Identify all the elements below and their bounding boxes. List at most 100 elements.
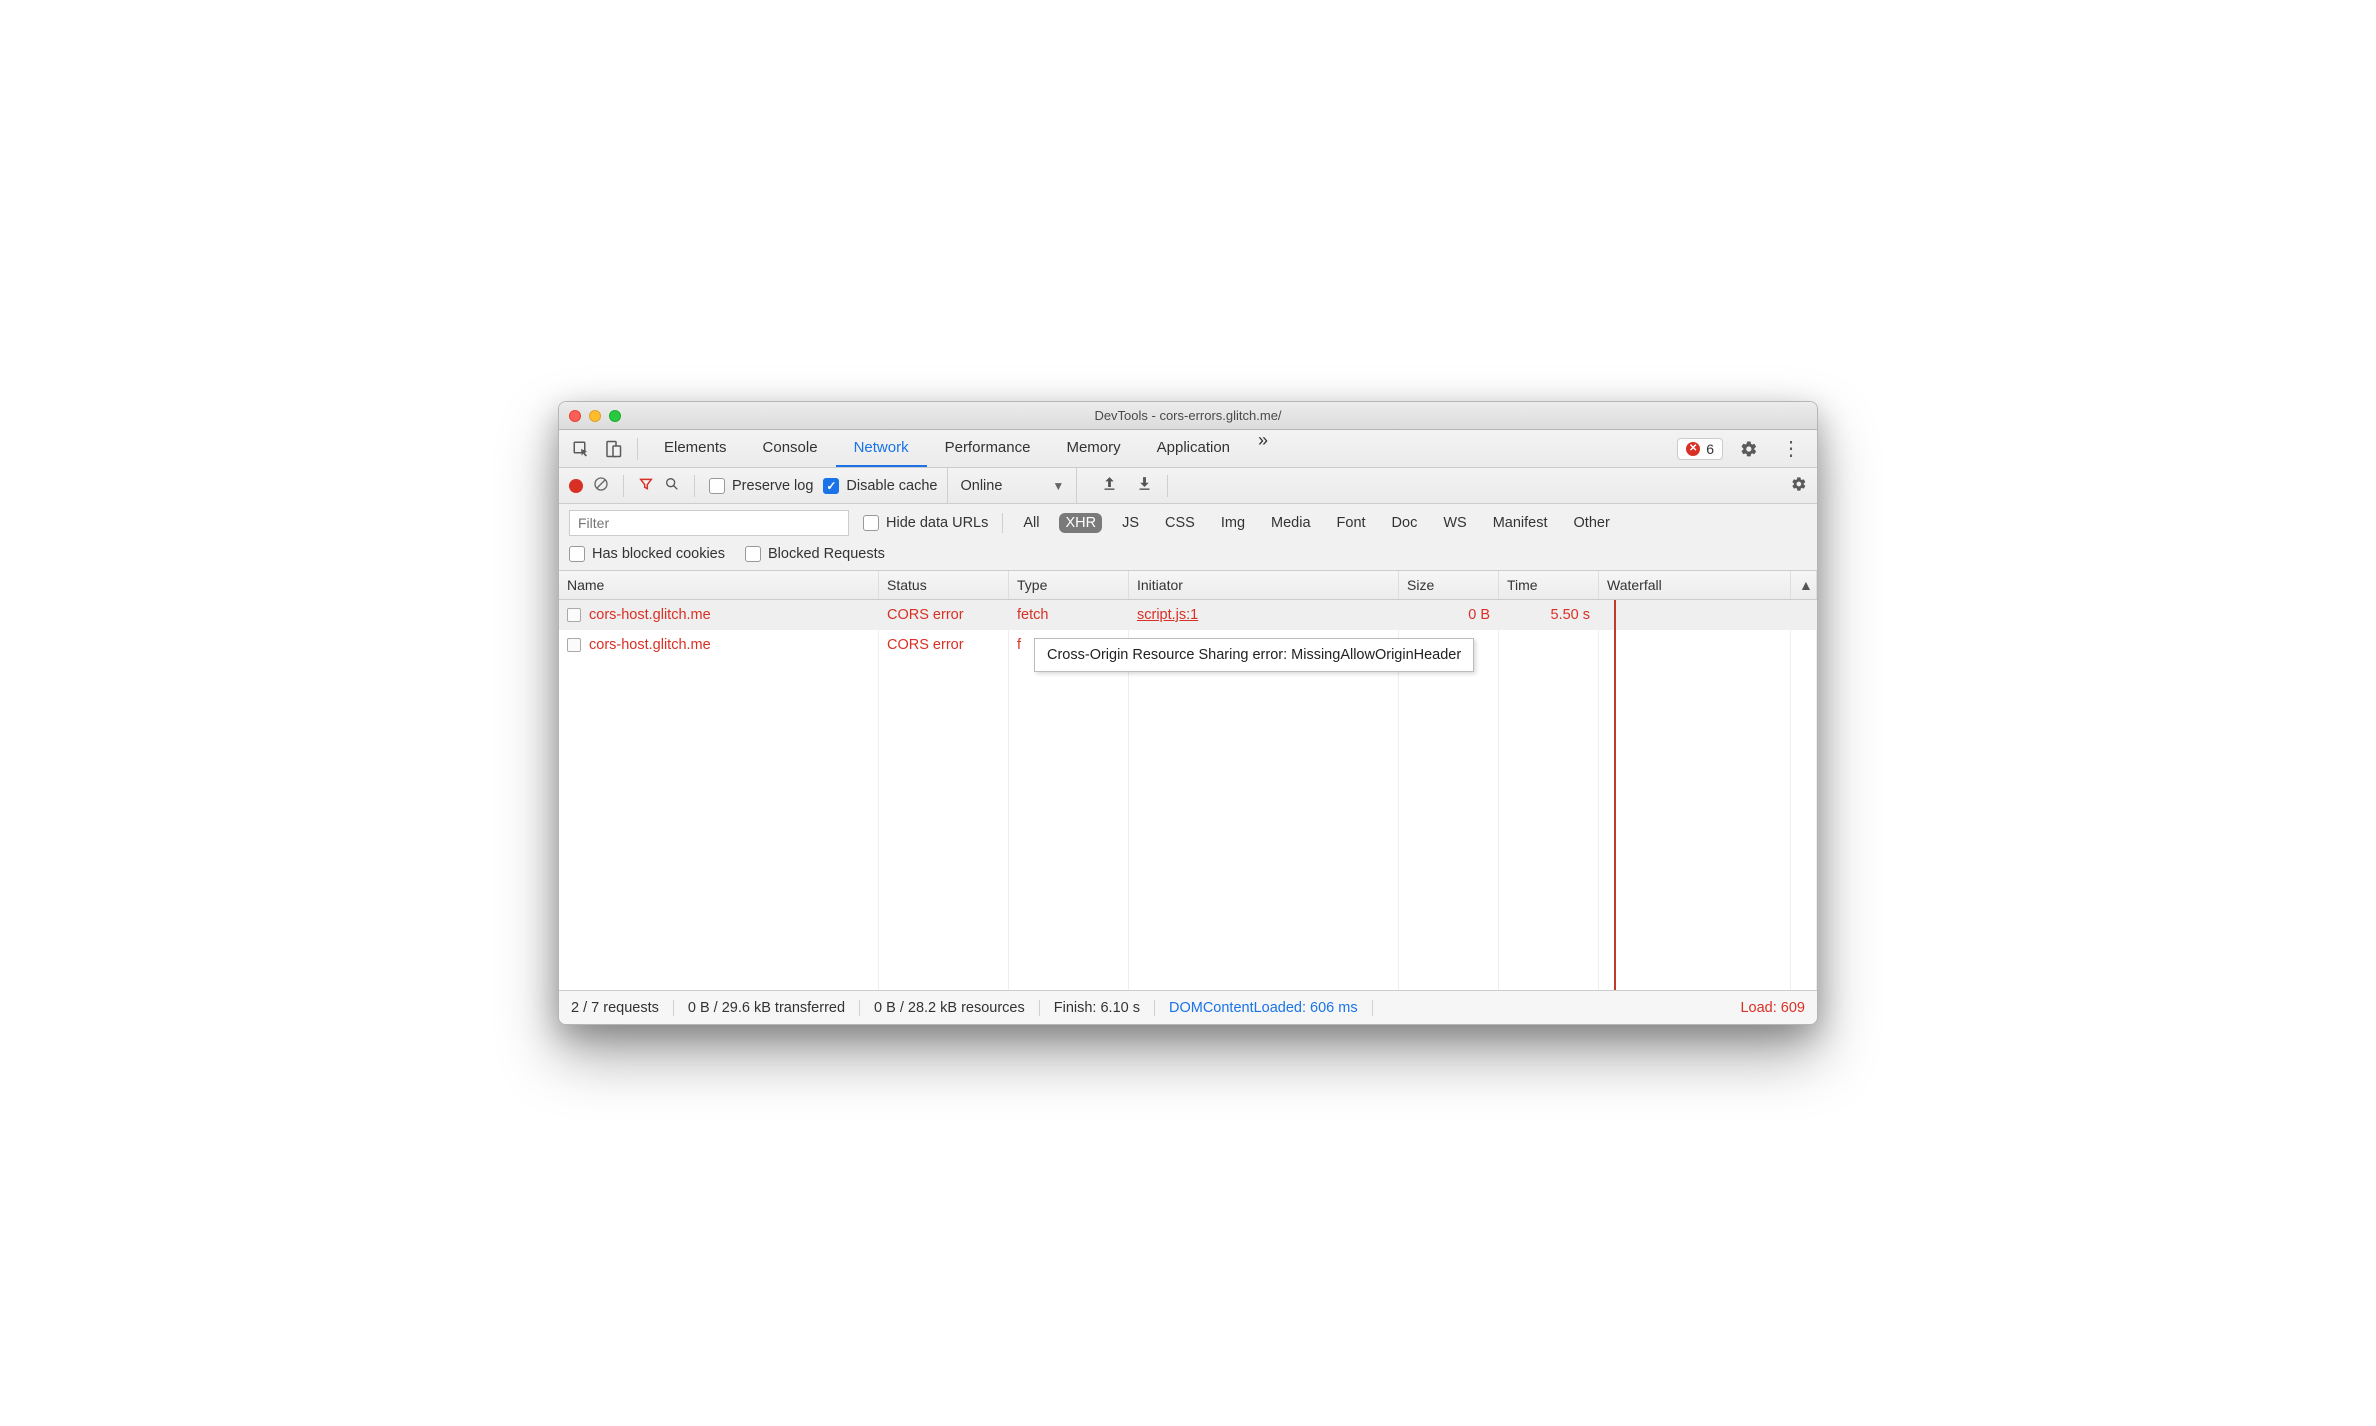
download-har-icon[interactable]: [1136, 475, 1153, 496]
resource-type-filters: All XHR JS CSS Img Media Font Doc WS Man…: [1002, 513, 1615, 533]
col-waterfall[interactable]: Waterfall: [1599, 571, 1791, 599]
table-body: cors-host.glitch.me CORS error fetch scr…: [559, 600, 1817, 990]
tab-elements[interactable]: Elements: [646, 430, 745, 467]
window-controls: [569, 410, 621, 422]
filter-type-ws[interactable]: WS: [1437, 513, 1472, 533]
window-title: DevTools - cors-errors.glitch.me/: [559, 408, 1817, 423]
has-blocked-cookies-checkbox[interactable]: Has blocked cookies: [569, 546, 725, 562]
col-status[interactable]: Status: [879, 571, 1009, 599]
preserve-log-checkbox[interactable]: Preserve log: [709, 478, 813, 494]
disable-cache-checkbox[interactable]: Disable cache: [823, 478, 937, 494]
panel-tabs: Elements Console Network Performance Mem…: [646, 430, 1677, 467]
request-waterfall: [1599, 600, 1791, 630]
throttling-select[interactable]: Online ▼: [947, 468, 1077, 503]
checkbox-icon: [745, 546, 761, 562]
tab-network[interactable]: Network: [836, 430, 927, 467]
status-load: Load: 609: [1740, 1000, 1805, 1016]
error-count-badge[interactable]: ✕ 6: [1677, 438, 1723, 460]
devtools-window: DevTools - cors-errors.glitch.me/ Elemen…: [558, 401, 1818, 1025]
checkbox-icon: [863, 515, 879, 531]
table-row[interactable]: cors-host.glitch.me CORS error fetch scr…: [559, 600, 1817, 630]
filter-toggle-icon[interactable]: [638, 476, 654, 496]
blocked-requests-checkbox[interactable]: Blocked Requests: [745, 546, 885, 562]
separator: [694, 475, 695, 497]
throttling-value: Online: [960, 478, 1002, 494]
filter-type-media[interactable]: Media: [1265, 513, 1317, 533]
status-bar: 2 / 7 requests 0 B / 29.6 kB transferred…: [559, 990, 1817, 1024]
tab-console[interactable]: Console: [745, 430, 836, 467]
filter-type-css[interactable]: CSS: [1159, 513, 1201, 533]
main-tabs-row: Elements Console Network Performance Mem…: [559, 430, 1817, 468]
col-size[interactable]: Size: [1399, 571, 1499, 599]
filter-type-xhr[interactable]: XHR: [1059, 513, 1102, 533]
request-waterfall: [1599, 630, 1791, 660]
request-size: 0 B: [1399, 600, 1499, 630]
request-name: cors-host.glitch.me: [589, 607, 711, 623]
request-initiator: script.js:1: [1129, 600, 1399, 630]
disable-cache-label: Disable cache: [846, 478, 937, 494]
status-finish: Finish: 6.10 s: [1040, 1000, 1155, 1016]
error-icon: ✕: [1686, 442, 1700, 456]
blocked-requests-label: Blocked Requests: [768, 546, 885, 562]
status-requests: 2 / 7 requests: [571, 1000, 674, 1016]
status-domcontentloaded: DOMContentLoaded: 606 ms: [1155, 1000, 1373, 1016]
settings-gear-icon[interactable]: [1733, 440, 1765, 458]
record-button[interactable]: [569, 479, 583, 493]
preserve-log-label: Preserve log: [732, 478, 813, 494]
separator: [623, 475, 624, 497]
checkbox-icon: [823, 478, 839, 494]
request-status: CORS error: [879, 600, 1009, 630]
network-settings-gear-icon[interactable]: [1791, 476, 1807, 496]
chevron-down-icon: ▼: [1052, 479, 1064, 493]
separator: [637, 438, 638, 460]
status-transferred: 0 B / 29.6 kB transferred: [674, 1000, 860, 1016]
request-time: 5.50 s: [1499, 600, 1599, 630]
checkbox-icon: [709, 478, 725, 494]
device-toggle-icon[interactable]: [597, 440, 629, 458]
requests-table: Name Status Type Initiator Size Time Wat…: [559, 571, 1817, 990]
col-time[interactable]: Time: [1499, 571, 1599, 599]
filter-type-doc[interactable]: Doc: [1386, 513, 1424, 533]
col-initiator[interactable]: Initiator: [1129, 571, 1399, 599]
row-checkbox-icon[interactable]: [567, 638, 581, 652]
tabs-overflow-button[interactable]: »: [1248, 430, 1278, 467]
tab-memory[interactable]: Memory: [1048, 430, 1138, 467]
col-sort-indicator[interactable]: ▲: [1791, 571, 1817, 599]
har-import-export: [1087, 475, 1153, 496]
filter-bar: Hide data URLs All XHR JS CSS Img Media …: [559, 504, 1817, 571]
inspect-element-icon[interactable]: [565, 440, 597, 458]
filter-type-img[interactable]: Img: [1215, 513, 1251, 533]
upload-har-icon[interactable]: [1101, 475, 1118, 496]
kebab-menu-icon[interactable]: ⋮: [1775, 436, 1807, 461]
request-name: cors-host.glitch.me: [589, 637, 711, 653]
filter-input[interactable]: [569, 510, 849, 536]
filter-type-manifest[interactable]: Manifest: [1487, 513, 1554, 533]
col-type[interactable]: Type: [1009, 571, 1129, 599]
separator: [1167, 475, 1168, 497]
col-name[interactable]: Name: [559, 571, 879, 599]
hide-data-urls-checkbox[interactable]: Hide data URLs: [863, 515, 988, 531]
search-icon[interactable]: [664, 476, 680, 496]
filter-type-js[interactable]: JS: [1116, 513, 1145, 533]
network-toolbar: Preserve log Disable cache Online ▼: [559, 468, 1817, 504]
filter-type-other[interactable]: Other: [1568, 513, 1616, 533]
initiator-link[interactable]: script.js:1: [1137, 607, 1198, 623]
minimize-window-button[interactable]: [589, 410, 601, 422]
clear-icon[interactable]: [593, 476, 609, 496]
row-checkbox-icon[interactable]: [567, 608, 581, 622]
status-tooltip: Cross-Origin Resource Sharing error: Mis…: [1034, 638, 1474, 672]
has-blocked-cookies-label: Has blocked cookies: [592, 546, 725, 562]
tab-performance[interactable]: Performance: [927, 430, 1049, 467]
error-count: 6: [1706, 441, 1714, 457]
close-window-button[interactable]: [569, 410, 581, 422]
request-time: [1499, 630, 1599, 660]
filter-type-font[interactable]: Font: [1331, 513, 1372, 533]
titlebar: DevTools - cors-errors.glitch.me/: [559, 402, 1817, 430]
maximize-window-button[interactable]: [609, 410, 621, 422]
tab-application[interactable]: Application: [1139, 430, 1248, 467]
filter-type-all[interactable]: All: [1017, 513, 1045, 533]
table-header: Name Status Type Initiator Size Time Wat…: [559, 571, 1817, 600]
request-type: fetch: [1009, 600, 1129, 630]
request-status: CORS error: [879, 630, 1009, 660]
checkbox-icon: [569, 546, 585, 562]
